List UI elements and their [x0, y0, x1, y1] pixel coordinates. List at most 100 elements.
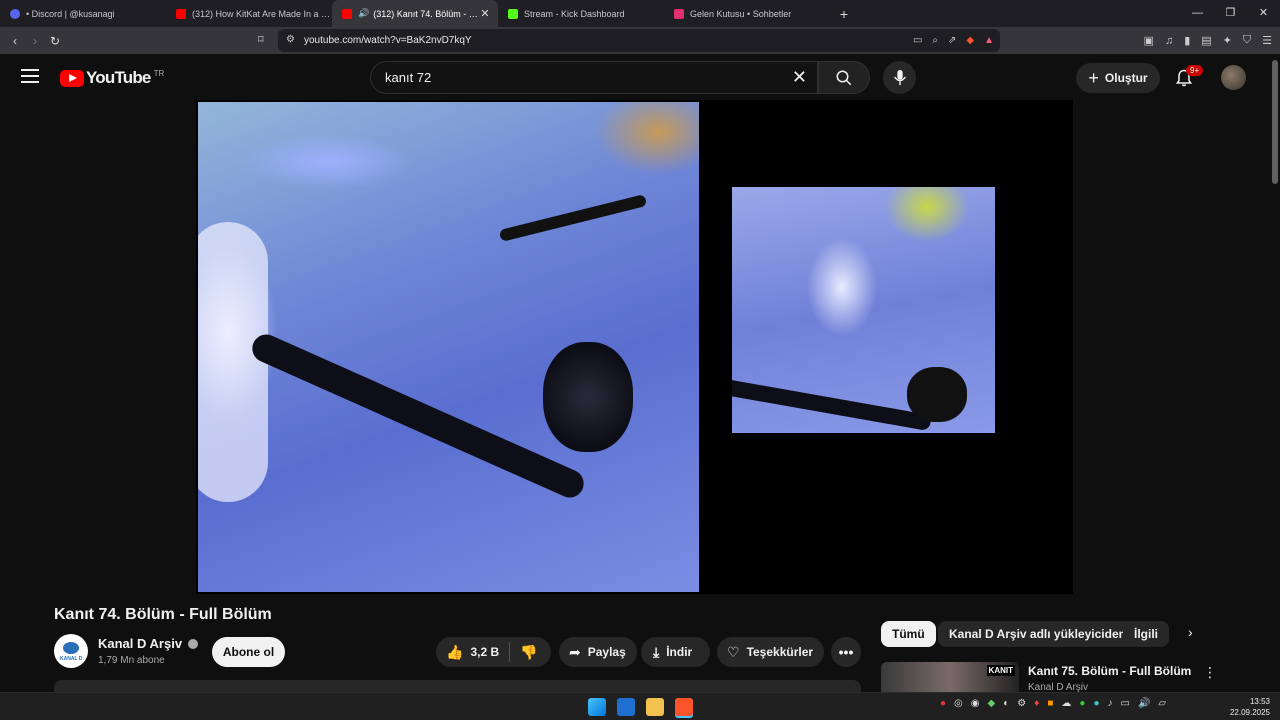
- clock[interactable]: 13:53 22.09.2025: [1226, 696, 1270, 718]
- volume-icon[interactable]: 🔊: [1138, 698, 1150, 709]
- chip-from-uploader[interactable]: Kanal D Arşiv adlı yükleyiciden: [938, 621, 1137, 647]
- forward-icon[interactable]: ›: [25, 34, 45, 48]
- chip-all[interactable]: Tümü: [881, 621, 936, 647]
- clear-search-icon[interactable]: ✕: [792, 67, 807, 88]
- speaker-icon[interactable]: 🔊: [358, 8, 369, 19]
- back-icon[interactable]: ‹: [5, 34, 25, 48]
- address-bar[interactable]: ⚙ youtube.com/watch?v=BaK2nvD7kqY ▭ ⌕ ⇗ …: [278, 29, 1000, 52]
- share-page-icon[interactable]: ⇗: [948, 35, 956, 46]
- tab-discord[interactable]: • Discord | @kusanagi: [0, 0, 166, 27]
- vpn-icon[interactable]: ⛉: [1243, 34, 1251, 47]
- youtube-logo[interactable]: YouTube TR: [60, 68, 164, 88]
- cast-icon[interactable]: ▭: [913, 35, 922, 46]
- channel-logo-text: KANAL D: [60, 656, 83, 662]
- tray-app-icon[interactable]: ◎: [954, 698, 963, 709]
- bookmark-icon[interactable]: ⌑: [258, 33, 264, 46]
- youtube-play-icon: [60, 69, 84, 87]
- steam-icon[interactable]: ◉: [971, 698, 980, 709]
- recommendation-menu-icon[interactable]: ⋮: [1203, 664, 1217, 681]
- clock-time: 13:53: [1249, 697, 1270, 706]
- recommendation-thumbnail[interactable]: KANIT: [881, 662, 1019, 692]
- tab-kanit-active[interactable]: 🔊 (312) Kanıt 74. Bölüm - Full Bö ✕: [332, 0, 498, 27]
- network-icon[interactable]: ▭: [1120, 698, 1129, 709]
- brave-rewards-icon[interactable]: ▲: [984, 35, 994, 46]
- tray-app-icon[interactable]: ☁: [1061, 698, 1071, 709]
- brave-browser-icon[interactable]: [675, 698, 693, 716]
- youtube-wordmark: YouTube: [86, 68, 151, 87]
- microphone-tray-icon[interactable]: ♪: [1107, 698, 1112, 709]
- description-box[interactable]: [54, 680, 861, 692]
- tray-app-icon[interactable]: ■: [1047, 698, 1053, 709]
- channel-name[interactable]: Kanal D Arşiv: [98, 636, 199, 651]
- share-label: Paylaş: [587, 645, 626, 659]
- file-explorer-icon[interactable]: [646, 698, 664, 716]
- chevron-right-icon[interactable]: ›: [1188, 624, 1193, 640]
- download-button[interactable]: ⤓ İndir: [641, 637, 710, 667]
- like-count[interactable]: 3,2 B: [470, 645, 499, 659]
- restore-icon[interactable]: ❐: [1214, 0, 1247, 27]
- tray-app-icon[interactable]: ◆: [988, 698, 996, 709]
- windows-start-icon[interactable]: [588, 698, 606, 716]
- download-icon: ⤓: [653, 643, 660, 660]
- minimize-icon[interactable]: —: [1181, 0, 1214, 27]
- hamburger-menu-icon[interactable]: [21, 69, 39, 83]
- menu-icon[interactable]: ☰: [1262, 34, 1272, 47]
- recommendation-channel[interactable]: Kanal D Arşiv: [1028, 682, 1088, 692]
- tab-instagram[interactable]: Gelen Kutusu • Sohbetler: [664, 0, 830, 27]
- zoom-icon[interactable]: ⌕: [932, 35, 938, 46]
- widgets-icon[interactable]: [617, 698, 635, 716]
- media-icon[interactable]: ♫: [1165, 35, 1173, 47]
- tray-app-icon[interactable]: ⚙: [1017, 698, 1026, 709]
- share-button[interactable]: ➦ Paylaş: [559, 637, 637, 667]
- tab-title: (312) Kanıt 74. Bölüm - Full Bö: [373, 8, 478, 19]
- chip-related[interactable]: İlgili: [1123, 621, 1169, 647]
- thumbs-up-icon[interactable]: 👍: [446, 644, 463, 661]
- tab-kick[interactable]: Stream - Kick Dashboard: [498, 0, 664, 27]
- tab-title: (312) How KitKat Are Made In a Facto: [192, 8, 332, 19]
- search-query: kanıt 72: [385, 70, 432, 85]
- tab-title: Stream - Kick Dashboard: [524, 8, 625, 19]
- video-player[interactable]: [196, 100, 1073, 594]
- thanks-button[interactable]: ♡ Teşekkürler: [717, 637, 824, 667]
- thumbnail-badge: KANIT: [986, 665, 1015, 676]
- search-input[interactable]: kanıt 72 ✕: [370, 61, 818, 94]
- new-tab-icon[interactable]: +: [834, 6, 854, 22]
- tray-app-icon[interactable]: ●: [1079, 698, 1085, 709]
- create-button[interactable]: + Oluştur: [1076, 63, 1160, 93]
- extensions-area: ▣ ♫ ▮ ▤ ✦ ⛉ ☰: [1144, 27, 1272, 54]
- battery-icon[interactable]: ▱: [1158, 698, 1166, 709]
- address-bar-actions: ▭ ⌕ ⇗ ◆ ▲: [913, 29, 994, 52]
- screenshot-icon[interactable]: ▣: [1144, 34, 1154, 47]
- recommendation-title[interactable]: Kanıt 75. Bölüm - Full Bölüm: [1028, 664, 1191, 678]
- tray-app-icon[interactable]: ●: [940, 698, 946, 709]
- subscribe-button[interactable]: Abone ol: [212, 637, 285, 667]
- tab-kitkat[interactable]: (312) How KitKat Are Made In a Facto: [166, 0, 332, 27]
- site-info-icon[interactable]: ⚙: [286, 34, 295, 45]
- country-code: TR: [153, 68, 165, 78]
- more-actions-icon[interactable]: •••: [831, 637, 861, 667]
- wallet-icon[interactable]: ▤: [1201, 34, 1211, 47]
- search-icon: [836, 70, 852, 86]
- url-text: youtube.com/watch?v=BaK2nvD7kqY: [304, 35, 472, 46]
- close-tab-icon[interactable]: ✕: [478, 7, 492, 20]
- brave-shield-icon[interactable]: ◆: [966, 35, 974, 46]
- thanks-label: Teşekkürler: [746, 645, 814, 659]
- create-label: Oluştur: [1104, 71, 1148, 85]
- close-window-icon[interactable]: ✕: [1247, 0, 1280, 27]
- verified-check-icon: [188, 638, 199, 649]
- youtube-favicon-icon: [342, 8, 352, 19]
- reload-icon[interactable]: ↻: [45, 34, 65, 48]
- thumbs-down-icon[interactable]: 👎: [520, 644, 537, 661]
- share-arrow-icon: ➦: [569, 643, 581, 660]
- tray-app-icon[interactable]: ◐: [1003, 698, 1009, 709]
- account-avatar[interactable]: [1221, 65, 1246, 90]
- sidebar-icon[interactable]: ▮: [1184, 34, 1190, 47]
- tray-app-icon[interactable]: ♦: [1034, 698, 1039, 709]
- leo-ai-icon[interactable]: ✦: [1223, 34, 1232, 47]
- windows-taskbar: ● ◎ ◉ ◆ ◐ ⚙ ♦ ■ ☁ ● ● ♪ ▭ 🔊 ▱ 13:53 22.0…: [0, 692, 1280, 720]
- channel-avatar[interactable]: KANAL D: [54, 634, 88, 668]
- tray-app-icon[interactable]: ●: [1093, 698, 1099, 709]
- voice-search-button[interactable]: [883, 61, 916, 94]
- page-scrollbar[interactable]: [1272, 60, 1278, 184]
- search-button[interactable]: [818, 61, 870, 94]
